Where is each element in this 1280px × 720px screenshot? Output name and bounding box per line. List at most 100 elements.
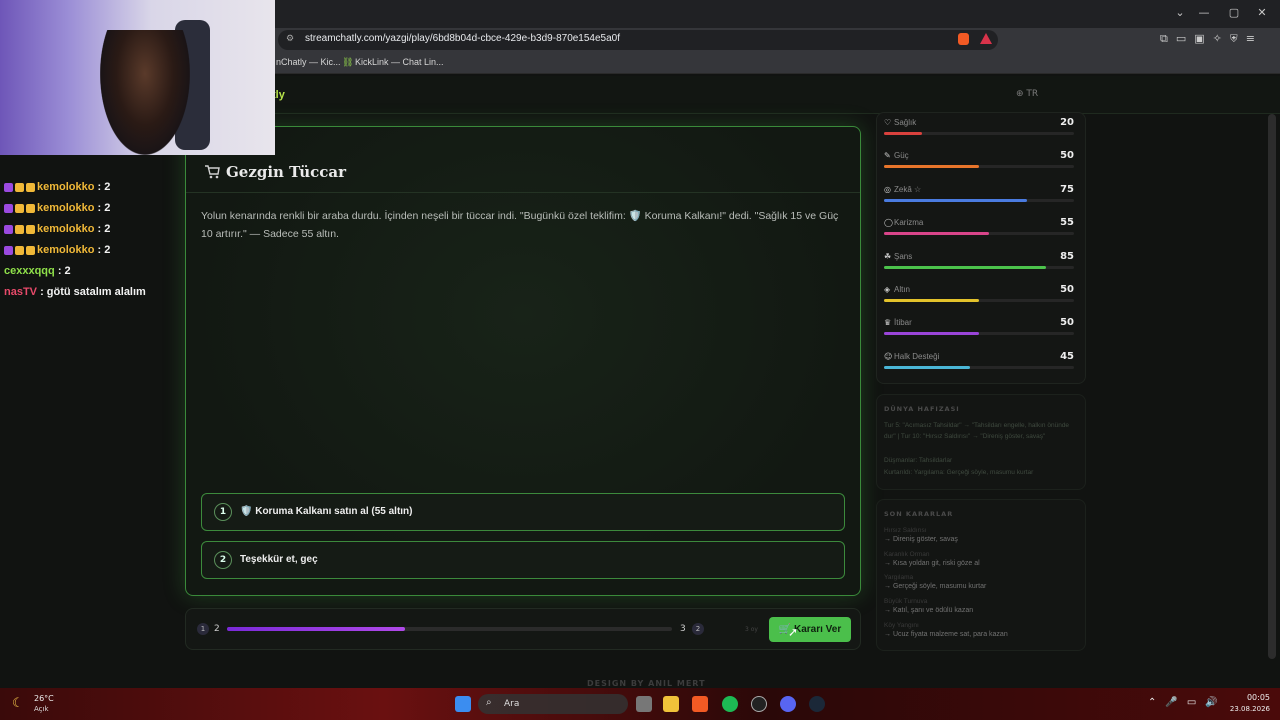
stat-bar-fill <box>884 365 970 369</box>
stat-name: Sağlık <box>894 118 917 127</box>
event-title: Gezgin Tüccar <box>226 163 346 181</box>
mouse-cursor-icon: ➚ <box>788 625 799 639</box>
decision-choice: → Ucuz fiyata malzeme sat, para kazan <box>884 630 1008 638</box>
stat-icon: ◯ <box>884 218 893 228</box>
chat-text: : götü satalım alalım <box>40 286 146 298</box>
stat-bar-fill <box>884 232 989 236</box>
minimize-icon[interactable]: — <box>1194 6 1214 19</box>
chat-badge-icon <box>26 203 35 213</box>
recent-decisions-title: SON KARARLAR <box>884 510 954 518</box>
language-selector[interactable]: ⊕ TR <box>1016 89 1038 99</box>
chat-badge-icon <box>4 245 13 255</box>
brave-shield-icon[interactable] <box>958 33 969 45</box>
stat-value: 20 <box>1060 117 1074 128</box>
chat-message: cexxxqqq : 2 <box>4 265 71 277</box>
discord-icon[interactable] <box>780 696 796 712</box>
decision-choice: → Kısa yoldan git, riski göze al <box>884 559 980 567</box>
language-label: TR <box>1026 89 1039 99</box>
chat-message: kemolokko : 2 <box>4 223 110 235</box>
stat-value: 45 <box>1060 350 1074 362</box>
chat-username: kemolokko <box>37 223 95 235</box>
brave-rewards-icon[interactable] <box>980 33 992 44</box>
vote-badge-left: 1 <box>197 623 209 635</box>
spotify-icon[interactable] <box>722 696 738 712</box>
toolbar-icons[interactable]: ⧉▭▣✧⛨≡ <box>1160 32 1263 46</box>
chat-badge-icon <box>26 224 35 234</box>
app-icon[interactable] <box>751 696 767 712</box>
choice-option-2[interactable]: 2 Teşekkür et, geç <box>201 541 845 579</box>
close-icon[interactable]: ✕ <box>1252 6 1272 19</box>
stat-bar-fill <box>884 265 1046 269</box>
chevron-down-icon[interactable]: ⌄ <box>1170 6 1190 19</box>
chat-message: nasTV : götü satalım alalım <box>4 286 146 298</box>
chat-message: kemolokko : 2 <box>4 202 110 214</box>
vote-count-right: 3 <box>680 624 686 634</box>
stat-icon: ☘ <box>884 251 892 261</box>
stat-value: 85 <box>1060 250 1074 262</box>
stat-bar-fill <box>884 132 922 135</box>
decision-choice: → Gerçeği söyle, masumu kurtar <box>884 583 987 591</box>
chat-badge-icon <box>4 182 13 192</box>
site-info-icon[interactable]: ⚙ <box>286 34 294 44</box>
chat-username: cexxxqqq <box>4 265 55 277</box>
stat-name: Güç <box>894 151 909 161</box>
event-description: Yolun kenarında renkli bir araba durdu. … <box>201 210 839 240</box>
stat-icon: ♡ <box>884 118 892 127</box>
decision-choice: → Katıl, şanı ve ödülü kazan <box>884 607 974 615</box>
memory-line: Düşmanlar: Tahsildarlar <box>884 457 953 464</box>
chat-badge-icon <box>26 245 35 255</box>
chat-username: kemolokko <box>37 244 95 256</box>
stat-value: 50 <box>1060 284 1074 295</box>
chat-badge-icon <box>15 245 24 255</box>
stat-name: Altın <box>894 285 911 294</box>
chat-badge-icon <box>15 203 24 213</box>
stat-bar-fill <box>884 299 979 302</box>
file-explorer-icon[interactable] <box>663 696 679 712</box>
taskbar-search[interactable] <box>478 694 628 714</box>
taskbar-time[interactable]: 00:05 <box>1230 693 1270 702</box>
chat-text: : 2 <box>97 223 111 235</box>
stat-bar-fill <box>884 165 979 169</box>
taskbar-search-placeholder: Ara <box>504 699 520 709</box>
bookmark-kicklink[interactable]: KickLink — Chat Lin... <box>355 57 444 67</box>
chat-text: : 2 <box>97 244 111 256</box>
chat-badge-icon <box>4 203 13 213</box>
chat-text: : 2 <box>57 265 71 277</box>
steam-icon[interactable] <box>809 696 825 712</box>
footer-credit: DESIGN BY ANIL MERT <box>587 679 706 688</box>
chat-badge-icon <box>15 182 24 192</box>
memory-line: Tur 5: "Acımasız Tahsildar" → "Tahsildar… <box>884 422 1070 440</box>
windows-start-icon[interactable] <box>455 696 471 712</box>
choice-label: Teşekkür et, geç <box>240 554 318 565</box>
weather-condition: Açık <box>34 705 49 713</box>
page-scrollbar[interactable] <box>1268 114 1276 659</box>
task-view-icon[interactable] <box>636 696 652 712</box>
stat-icon: ♛ <box>884 318 892 328</box>
stat-icon: ◈ <box>884 285 891 294</box>
chat-message: kemolokko : 2 <box>4 181 110 193</box>
vote-note: 3 oy <box>745 626 758 633</box>
weather-moon-icon[interactable]: ☾ <box>12 696 24 711</box>
maximize-icon[interactable]: ▢ <box>1224 6 1244 19</box>
memory-line: Kurtarıldı: Yargılama: Gerçeği söyle, ma… <box>884 469 1034 476</box>
decision-event: Yargılama <box>884 574 914 582</box>
bookmark-streamchatly[interactable]: nChatly — Kic... <box>276 57 341 67</box>
chat-text: : 2 <box>97 181 111 193</box>
choice-option-1[interactable]: 1 🛡️ Koruma Kalkanı satın al (55 altın) <box>201 493 845 531</box>
url-text[interactable]: streamchatly.com/yazgi/play/6bd8b04d-cbc… <box>305 33 620 44</box>
decision-event: Büyük Turnuva <box>884 598 928 606</box>
weather-temp[interactable]: 26°C <box>34 694 54 703</box>
chat-username: nasTV <box>4 286 38 298</box>
stat-icon: ☺ <box>884 351 893 361</box>
chat-badge-icon <box>15 224 24 234</box>
globe-icon: ⊕ <box>1016 89 1027 99</box>
brave-browser-icon[interactable] <box>692 696 708 712</box>
chat-username: kemolokko <box>37 181 95 193</box>
stat-name: İtibar <box>894 318 912 328</box>
choice-label: 🛡️ Koruma Kalkanı satın al (55 altın) <box>240 506 413 517</box>
choice-number: 2 <box>214 551 232 569</box>
chat-message: kemolokko : 2 <box>4 244 110 256</box>
taskbar-date[interactable]: 23.08.2026 <box>1212 705 1270 713</box>
stat-value: 50 <box>1060 317 1074 329</box>
decide-button[interactable]: 🛒 Kararı Ver <box>769 617 851 642</box>
